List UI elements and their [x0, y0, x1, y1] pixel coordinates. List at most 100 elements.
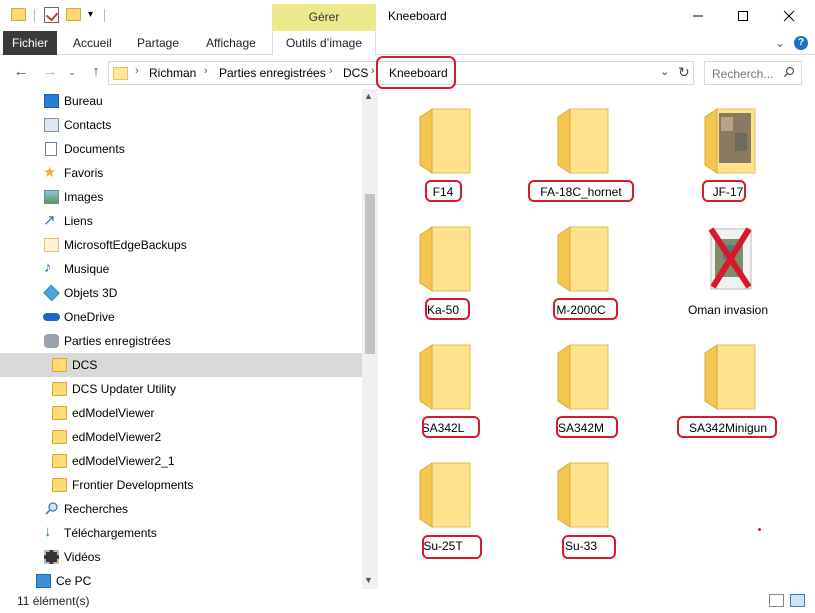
sidebar-item-dcs-updater-utility[interactable]: DCS Updater Utility [0, 377, 362, 401]
search-placeholder: Recherch... [712, 67, 774, 81]
annotation-circle [376, 56, 456, 89]
ribbon-tabs: Fichier Accueil Partage Affichage Outils… [0, 31, 815, 55]
sidebar-item-images[interactable]: Images [0, 185, 362, 209]
folder-f14[interactable]: F14 [378, 89, 508, 202]
breadcrumb-dcs[interactable]: DCS [343, 66, 368, 80]
address-dropdown-icon[interactable]: ⌄ [660, 65, 669, 78]
download-icon: ↓ [44, 523, 52, 540]
sidebar-item-liens[interactable]: ↗ Liens [0, 209, 362, 233]
maximize-icon[interactable] [721, 2, 765, 29]
sidebar-item-dcs[interactable]: DCS [0, 353, 362, 377]
chevron-right-icon[interactable]: › [329, 65, 333, 77]
recent-locations-icon[interactable]: ⌄ [62, 63, 82, 83]
breadcrumb-parties-enregistrees[interactable]: Parties enregistrées [219, 66, 326, 80]
search-icon[interactable] [783, 66, 795, 81]
chevron-right-icon[interactable]: › [371, 65, 375, 77]
folder-icon [52, 406, 67, 420]
folder-icon [557, 462, 609, 528]
tab-fichier[interactable]: Fichier [3, 31, 57, 55]
sidebar-item-parties-enregistrees[interactable]: Parties enregistrées [0, 329, 362, 353]
folder-sa342l[interactable]: SA342L [378, 325, 508, 438]
status-bar: 11 élément(s) [0, 589, 815, 613]
tab-affichage[interactable]: Affichage [198, 31, 264, 55]
sidebar-item-label: Parties enregistrées [64, 334, 171, 348]
chevron-right-icon[interactable]: › [135, 65, 139, 77]
folder-icon [557, 344, 609, 410]
sidebar-item-label: Ce PC [56, 574, 92, 588]
sidebar-item-label: edModelViewer [72, 406, 155, 420]
sidebar-item-label: edModelViewer2 [72, 430, 162, 444]
search-input[interactable]: Recherch... [704, 61, 802, 85]
folder-fa-18c-hornet[interactable]: FA-18C_hornet [516, 89, 646, 202]
folder-icon [52, 358, 67, 372]
sidebar-item-telechargements[interactable]: ↓ Téléchargements [0, 521, 362, 545]
navigation-pane: Bureau Contacts Documents ★ Favoris Imag… [0, 89, 378, 589]
scroll-down-icon[interactable]: ▼ [364, 575, 373, 585]
annotation-circle [425, 180, 462, 202]
cloud-icon [43, 313, 60, 321]
sidebar-item-musique[interactable]: ♪ Musique [0, 257, 362, 281]
sidebar-item-edmodelviewer2[interactable]: edModelViewer2 [0, 425, 362, 449]
sidebar-item-documents[interactable]: Documents [0, 137, 362, 161]
folder-m-2000c[interactable]: M-2000C [516, 207, 646, 320]
chevron-down-icon[interactable]: ⌄ [775, 36, 785, 50]
up-arrow-icon[interactable]: ↑ [86, 63, 106, 83]
folder-icon [419, 226, 471, 292]
navigation-bar: ← → ⌄ ↑ › Richman › Parties enregistrées… [0, 56, 815, 89]
video-icon [44, 550, 59, 564]
help-icon[interactable]: ? [794, 36, 808, 50]
sidebar-item-label: Frontier Developments [72, 478, 194, 492]
folder-sa342m[interactable]: SA342M [516, 325, 646, 438]
tab-partage[interactable]: Partage [129, 31, 187, 55]
forward-arrow-icon[interactable]: → [40, 63, 60, 83]
sidebar-item-microsoftedgebackups[interactable]: MicrosoftEdgeBackups [0, 233, 362, 257]
file-oman-invasion[interactable]: Oman invasion [663, 207, 793, 317]
sidebar-item-label: Documents [64, 142, 125, 156]
close-icon[interactable] [767, 2, 811, 29]
tab-outils-image[interactable]: Outils d’image [272, 31, 376, 55]
sidebar-item-objets-3d[interactable]: Objets 3D [0, 281, 362, 305]
breadcrumb-richman[interactable]: Richman [149, 66, 196, 80]
back-arrow-icon[interactable]: ← [11, 63, 31, 83]
folder-icon [704, 344, 756, 410]
scroll-up-icon[interactable]: ▲ [364, 91, 373, 101]
quick-access-folder-icon[interactable] [11, 8, 26, 21]
customize-quick-access-icon[interactable]: ▾ [88, 9, 93, 20]
folder-jf-17[interactable]: JF-17 [663, 89, 793, 202]
sidebar-item-label: Liens [64, 214, 93, 228]
sidebar-item-label: edModelViewer2_1 [72, 454, 175, 468]
chevron-right-icon[interactable]: › [204, 65, 208, 77]
sidebar-item-videos[interactable]: Vidéos [0, 545, 362, 569]
details-view-icon[interactable] [769, 594, 784, 607]
sidebar-item-ce-pc[interactable]: Ce PC [0, 569, 362, 589]
folder-su-25t[interactable]: Su-25T [378, 443, 508, 559]
sidebar-item-edmodelviewer2-1[interactable]: edModelViewer2_1 [0, 449, 362, 473]
contacts-icon [44, 118, 59, 132]
sidebar-item-bureau[interactable]: Bureau [0, 89, 362, 113]
tab-accueil[interactable]: Accueil [65, 31, 120, 55]
folder-sa342minigun[interactable]: SA342Minigun [663, 325, 793, 438]
sidebar-item-onedrive[interactable]: OneDrive [0, 305, 362, 329]
music-icon: ♪ [44, 259, 52, 276]
annotation-circle [422, 416, 480, 438]
sidebar-item-frontier-developments[interactable]: Frontier Developments [0, 473, 362, 497]
folder-ka-50[interactable]: Ka-50 [378, 207, 508, 320]
sidebar-item-label: Images [64, 190, 104, 204]
folder-su-33[interactable]: Su-33 [516, 443, 646, 559]
sidebar-item-contacts[interactable]: Contacts [0, 113, 362, 137]
sidebar-item-recherches[interactable]: Recherches [0, 497, 362, 521]
new-folder-icon[interactable] [66, 8, 81, 21]
annotation-circle [528, 180, 634, 202]
annotation-circle [553, 298, 618, 320]
sidebar-scrollbar-thumb[interactable] [365, 194, 375, 354]
window-title: Kneeboard [388, 9, 447, 23]
sidebar-item-favoris[interactable]: ★ Favoris [0, 161, 362, 185]
minimize-icon[interactable] [676, 2, 720, 29]
refresh-icon[interactable]: ↻ [678, 64, 690, 81]
quick-access-separator [104, 9, 105, 22]
sidebar-item-edmodelviewer[interactable]: edModelViewer [0, 401, 362, 425]
folder-icon [557, 108, 609, 174]
properties-icon[interactable] [44, 7, 59, 23]
large-icons-view-icon[interactable] [790, 594, 805, 607]
folder-icon [557, 226, 609, 292]
